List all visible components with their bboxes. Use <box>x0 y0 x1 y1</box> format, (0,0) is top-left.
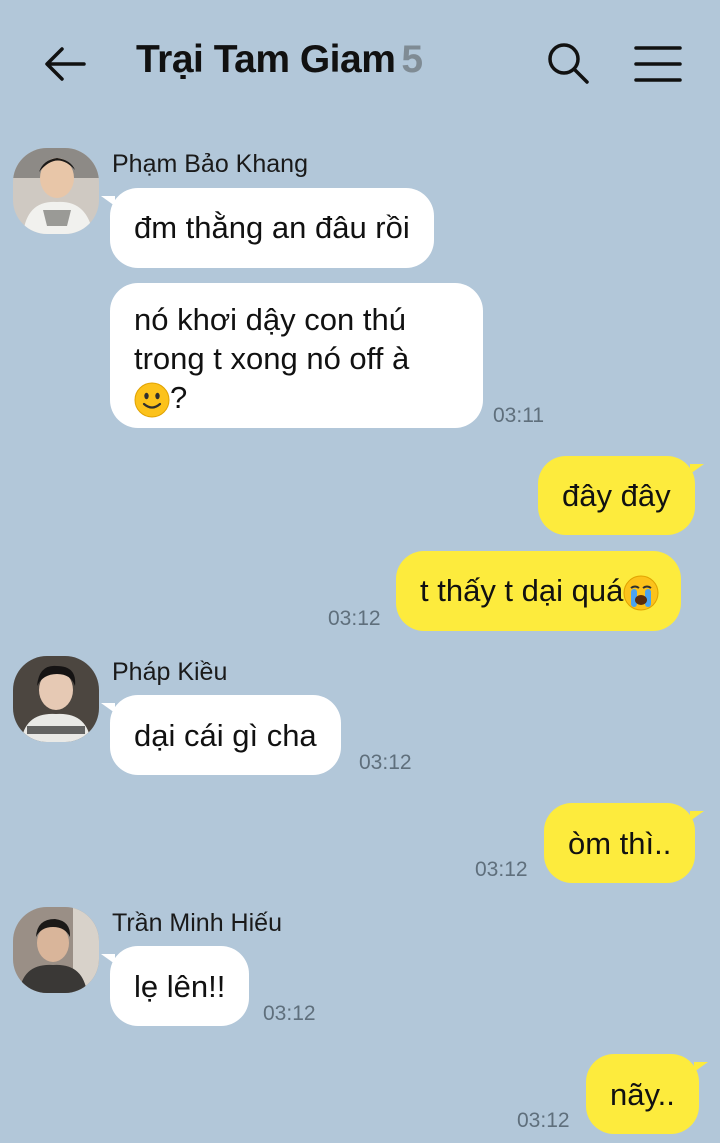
message-text: lẹ lên!! <box>134 969 226 1004</box>
member-count: 5 <box>401 38 423 81</box>
search-icon <box>548 43 589 84</box>
hamburger-menu-icon <box>634 46 682 82</box>
loudly-crying-face-icon <box>623 575 659 611</box>
message-timestamp: 03:12 <box>359 751 412 774</box>
avatar-photo <box>13 656 99 742</box>
message-bubble-outgoing[interactable]: đây đây <box>538 456 704 535</box>
message-bubble-incoming[interactable]: nó khơi dậy con thú trong t xong nó off … <box>110 283 483 428</box>
avatar-photo <box>13 907 99 993</box>
message-text: òm thì.. <box>568 826 672 861</box>
message-bubble-outgoing[interactable]: òm thì.. <box>544 803 705 883</box>
message-text: nãy.. <box>610 1077 675 1112</box>
arrow-left-icon <box>45 47 86 81</box>
message-timestamp: 03:12 <box>263 1002 316 1025</box>
sender-name: Trần Minh Hiếu <box>112 909 282 937</box>
avatar-pham-bao-khang[interactable] <box>13 148 99 234</box>
message-timestamp: 03:12 <box>475 858 528 881</box>
avatar-phap-kieu[interactable] <box>13 656 99 742</box>
message-bubble-incoming[interactable]: đm thằng an đâu rồi <box>101 188 434 268</box>
back-button[interactable] <box>40 40 90 90</box>
message-bubble-incoming[interactable]: lẹ lên!! <box>100 946 250 1026</box>
chat-title-text: Trại Tam Giam <box>136 38 396 81</box>
chat-title: Trại Tam Giam 5 <box>136 38 423 82</box>
message-timestamp: 03:12 <box>328 607 381 630</box>
message-text-line: ? <box>134 378 459 418</box>
sender-name: Phạm Bảo Khang <box>112 150 308 178</box>
message-text-line: nó khơi dậy con thú <box>134 302 406 337</box>
menu-button[interactable] <box>632 40 684 88</box>
slightly-smiling-face-icon <box>134 382 170 418</box>
message-timestamp: 03:12 <box>517 1109 570 1132</box>
avatar-tran-minh-hieu[interactable] <box>13 907 99 993</box>
message-timestamp: 03:11 <box>493 404 544 427</box>
chat-header: Trại Tam Giam 5 <box>0 0 720 125</box>
search-button[interactable] <box>543 38 593 88</box>
avatar-photo <box>13 148 99 234</box>
message-text: đm thằng an đâu rồi <box>134 210 410 245</box>
message-bubble-outgoing[interactable]: t thấy t dại quá <box>396 551 682 631</box>
message-text: dại cái gì cha <box>134 718 317 753</box>
message-bubble-outgoing[interactable]: nãy.. <box>586 1054 708 1134</box>
message-text: t thấy t dại quá <box>420 573 624 608</box>
message-text: đây đây <box>562 478 671 513</box>
sender-name: Pháp Kiều <box>112 658 228 686</box>
message-bubble-incoming[interactable]: dại cái gì cha <box>101 695 341 775</box>
message-text-line: trong t xong nó off à <box>134 341 410 376</box>
